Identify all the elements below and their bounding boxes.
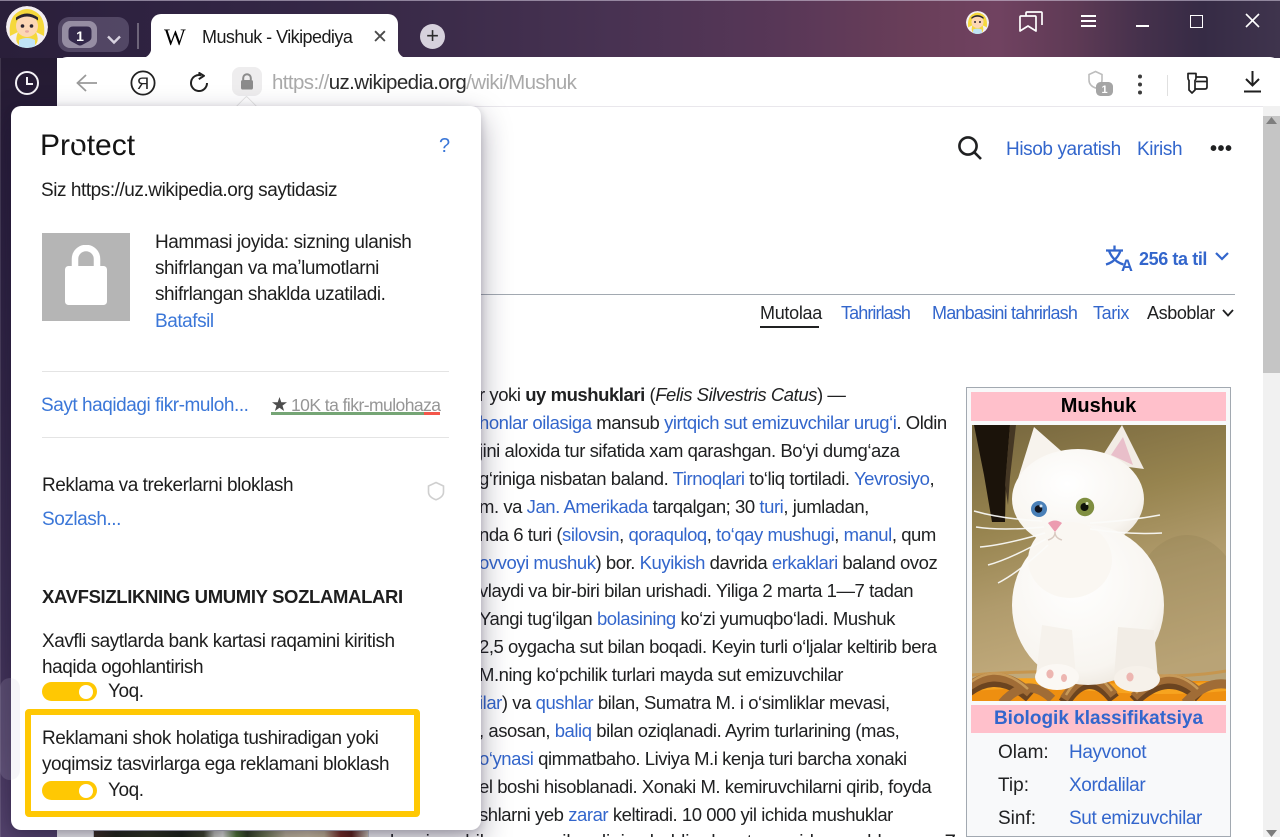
svg-text:1: 1 [1101,84,1107,96]
svg-text:A: A [1121,257,1133,274]
svg-text:Я: Я [137,74,149,93]
svg-text:1: 1 [76,28,84,44]
